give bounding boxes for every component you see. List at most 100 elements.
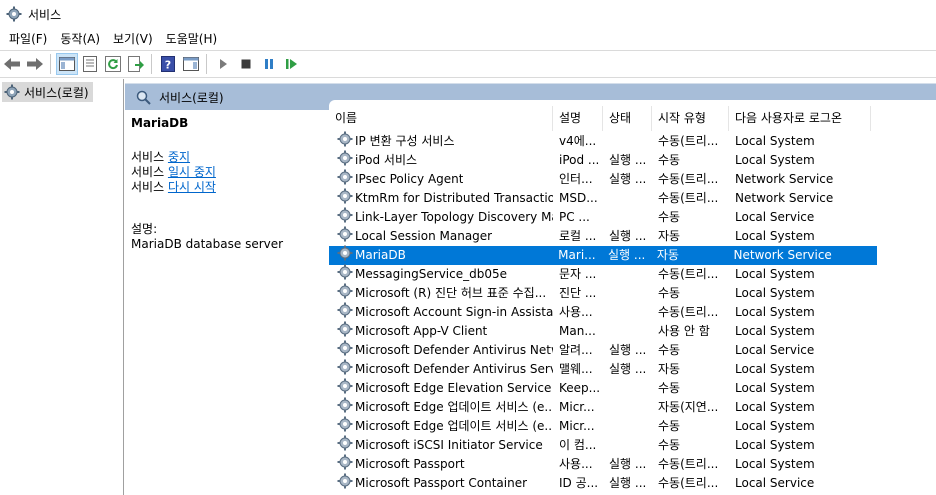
- service-name-cell: Microsoft Passport Container: [329, 473, 553, 495]
- pause-service-link[interactable]: 일시 중지: [168, 165, 216, 179]
- service-name: Microsoft Defender Antivirus Service: [355, 362, 553, 376]
- table-row[interactable]: Microsoft Edge Elevation Service (... Kee…: [329, 378, 936, 398]
- table-row[interactable]: Microsoft Edge 업데이트 서비스 (e... Micr... 자동(지…: [329, 397, 936, 417]
- back-arrow-icon: [4, 58, 20, 70]
- column-header-description[interactable]: 설명: [553, 106, 603, 131]
- content-pane: 서비스(로컬) MariaDB 서비스 중지 서비스 일시 중지 서비스 다시 …: [125, 79, 936, 495]
- service-startup-type-cell: 자동(지연...: [658, 400, 719, 414]
- export-list-button[interactable]: [125, 53, 147, 75]
- back-button[interactable]: [1, 53, 23, 75]
- service-log-on-as-cell: Local System: [735, 457, 815, 471]
- column-header-startup-type[interactable]: 시작 유형: [652, 106, 729, 131]
- action-prefix: 서비스: [131, 165, 168, 179]
- service-description-cell: Keep...: [559, 381, 601, 395]
- service-startup-type-cell: 수동(트리...: [658, 476, 719, 490]
- table-row[interactable]: iPod 서비스 iPod ... 실행 ... 수동 Local System: [329, 150, 936, 170]
- pause-service-button[interactable]: [258, 53, 280, 75]
- table-row[interactable]: Microsoft Defender Antivirus Service 맬웨..…: [329, 359, 936, 379]
- help-button[interactable]: ?: [157, 53, 179, 75]
- service-log-on-as-cell: Local System: [735, 134, 815, 148]
- table-row[interactable]: Microsoft iSCSI Initiator Service 이 컴... 수…: [329, 435, 936, 455]
- service-name: Local Session Manager: [355, 229, 493, 243]
- table-row[interactable]: Microsoft Edge 업데이트 서비스 (e... Micr... 수동 Lo…: [329, 416, 936, 436]
- service-name: KtmRm for Distributed Transaction...: [355, 191, 553, 205]
- menu-file[interactable]: 파일(F): [5, 28, 51, 50]
- table-row[interactable]: MariaDB Mari... 실행 ... 자동 Network Service: [329, 245, 877, 265]
- service-startup-type-cell: 수동: [658, 419, 681, 433]
- service-detail-pane: MariaDB 서비스 중지 서비스 일시 중지 서비스 다시 시작 설명: M…: [125, 110, 329, 495]
- toolbar-separator: [50, 54, 51, 74]
- service-startup-type-cell: 자동: [656, 248, 679, 262]
- resume-service-icon: [286, 59, 297, 69]
- column-header-name[interactable]: ^ 이름: [329, 100, 553, 131]
- table-row[interactable]: Microsoft Passport Container ID 공... 실행 ..…: [329, 473, 936, 495]
- service-startup-type-cell: 수동(트리...: [658, 172, 719, 186]
- menu-action[interactable]: 동작(A): [56, 28, 104, 50]
- stop-action: 서비스 중지: [131, 150, 323, 165]
- service-name: Microsoft Edge 업데이트 서비스 (e...: [355, 419, 553, 433]
- service-log-on-as-cell: Local Service: [735, 210, 815, 224]
- table-row[interactable]: Local Session Manager 로컬 ... 실행 ... 자동 Local…: [329, 226, 936, 246]
- service-startup-type-cell: 수동: [658, 438, 681, 452]
- service-status-cell: 실행 ...: [609, 172, 647, 186]
- table-row[interactable]: MessagingService_db05e 문자 ... 수동(트리... Loca…: [329, 264, 936, 284]
- restart-service-link[interactable]: 다시 시작: [168, 180, 216, 194]
- service-description-cell: v4에...: [559, 134, 597, 148]
- service-log-on-as-cell: Local System: [735, 362, 815, 376]
- service-log-on-as-cell: Local System: [735, 153, 815, 167]
- service-name: Microsoft iSCSI Initiator Service: [355, 438, 543, 452]
- show-action-pane-button[interactable]: [180, 53, 202, 75]
- service-startup-type-cell: 자동: [658, 362, 681, 376]
- table-row[interactable]: Microsoft Defender Antivirus Netw... 알려..…: [329, 340, 936, 360]
- service-name: MariaDB: [355, 248, 406, 262]
- window-title: 서비스: [28, 7, 62, 22]
- service-name: iPod 서비스: [355, 153, 418, 167]
- pause-action: 서비스 일시 중지: [131, 165, 323, 180]
- service-name: Microsoft App-V Client: [355, 324, 488, 338]
- service-description-cell: ID 공...: [559, 476, 599, 490]
- service-startup-type-cell: 수동(트리...: [658, 267, 719, 281]
- column-header-log-on-as[interactable]: 다음 사용자로 로그온: [729, 106, 871, 131]
- service-description-cell: Micr...: [559, 400, 595, 414]
- table-row[interactable]: Microsoft Passport 사용... 실행 ... 수동(트리... Loc…: [329, 454, 936, 474]
- service-status-cell: 실행 ...: [609, 153, 647, 167]
- tree-item-services-local[interactable]: 서비스(로컬): [2, 82, 93, 102]
- service-description-cell: PC ...: [559, 210, 590, 224]
- service-log-on-as-cell: Local System: [735, 305, 815, 319]
- menu-view[interactable]: 보기(V): [109, 28, 157, 50]
- service-actions: 서비스 중지 서비스 일시 중지 서비스 다시 시작: [131, 150, 323, 195]
- services-list: ^ 이름 설명 상태 시작 유형 다음 사용자로 로그온 IP 변환 구성 서비…: [329, 100, 936, 495]
- stop-service-link[interactable]: 중지: [168, 150, 190, 164]
- show-action-pane-icon: [183, 57, 199, 71]
- table-row[interactable]: Link-Layer Topology Discovery Ma... PC ..…: [329, 207, 936, 227]
- table-row[interactable]: KtmRm for Distributed Transaction... MSD.…: [329, 188, 936, 208]
- menu-help[interactable]: 도움말(H): [162, 28, 222, 50]
- column-header-status[interactable]: 상태: [603, 106, 652, 131]
- service-status-cell: 실행 ...: [608, 248, 646, 262]
- menu-bar: 파일(F) 동작(A) 보기(V) 도움말(H): [0, 28, 936, 50]
- show-hide-console-tree-button[interactable]: [56, 53, 78, 75]
- properties-button[interactable]: [79, 53, 101, 75]
- service-log-on-as-cell: Local Service: [735, 343, 815, 357]
- service-name: MessagingService_db05e: [355, 267, 508, 281]
- title-bar: 서비스: [0, 0, 936, 28]
- table-row[interactable]: Microsoft App-V Client Man... 사용 안 함 Local …: [329, 321, 936, 341]
- toolbar-separator: [206, 54, 207, 74]
- refresh-button[interactable]: [102, 53, 124, 75]
- service-description-cell: MSD...: [559, 191, 598, 205]
- service-description-cell: 이 컴...: [559, 438, 597, 452]
- table-row[interactable]: IPsec Policy Agent 인터... 실행 ... 수동(트리... Net…: [329, 169, 936, 189]
- start-service-button[interactable]: [212, 53, 234, 75]
- table-row[interactable]: Microsoft Account Sign-in Assistant 사용...…: [329, 302, 936, 322]
- service-log-on-as-cell: Local Service: [735, 476, 815, 490]
- resume-service-button[interactable]: [281, 53, 303, 75]
- stop-service-button[interactable]: [235, 53, 257, 75]
- table-row[interactable]: IP 변환 구성 서비스 v4에... 수동(트리... Local System: [329, 131, 936, 151]
- service-description-cell: 진단 ...: [559, 286, 597, 300]
- table-row[interactable]: Microsoft (R) 진단 허브 표준 수집... 진단 ... 수동 Loca…: [329, 283, 936, 303]
- service-name: Link-Layer Topology Discovery Ma...: [355, 210, 553, 224]
- forward-button[interactable]: [24, 53, 46, 75]
- content-header-title: 서비스(로컬): [159, 90, 224, 105]
- service-gear-icon: [337, 473, 353, 495]
- services-gear-icon: [6, 6, 22, 22]
